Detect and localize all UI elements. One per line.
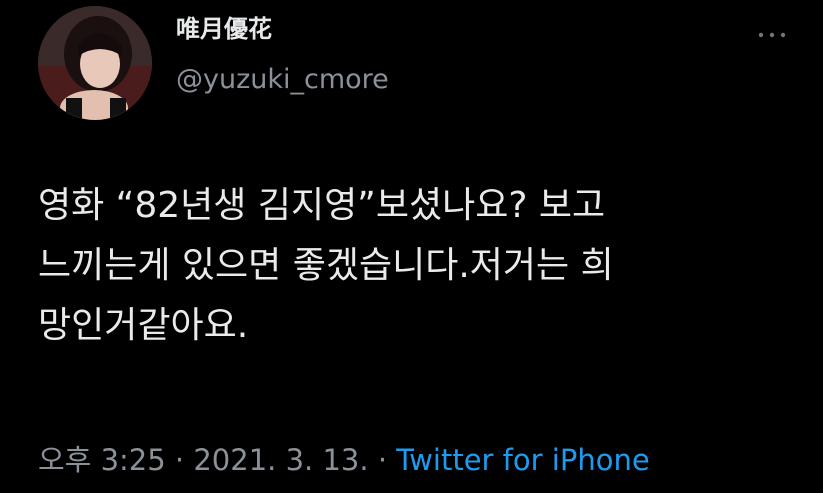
more-horizontal-icon (758, 32, 786, 38)
display-name[interactable]: 唯月優花 (176, 14, 389, 44)
tweet-time[interactable]: 오후 3:25 (38, 443, 166, 477)
meta-separator-2: · (368, 443, 397, 477)
author-block: 唯月優花 @yuzuki_cmore (176, 14, 389, 96)
meta-separator: · (165, 443, 194, 477)
tweet-card: 唯月優花 @yuzuki_cmore 영화 “82년생 김지영”보셨나요? 보고… (0, 0, 823, 493)
tweet-source-link[interactable]: Twitter for iPhone (396, 443, 649, 477)
user-handle[interactable]: @yuzuki_cmore (176, 64, 389, 96)
avatar-image (38, 6, 152, 120)
tweet-date[interactable]: 2021. 3. 13. (193, 443, 368, 477)
tweet-text: 영화 “82년생 김지영”보셨나요? 보고 느끼는게 있으면 좋겠습니다.저거는… (38, 185, 614, 346)
avatar[interactable] (38, 6, 152, 120)
tweet-meta: 오후 3:25 · 2021. 3. 13. · Twitter for iPh… (38, 440, 650, 480)
more-options-button[interactable] (752, 20, 792, 50)
